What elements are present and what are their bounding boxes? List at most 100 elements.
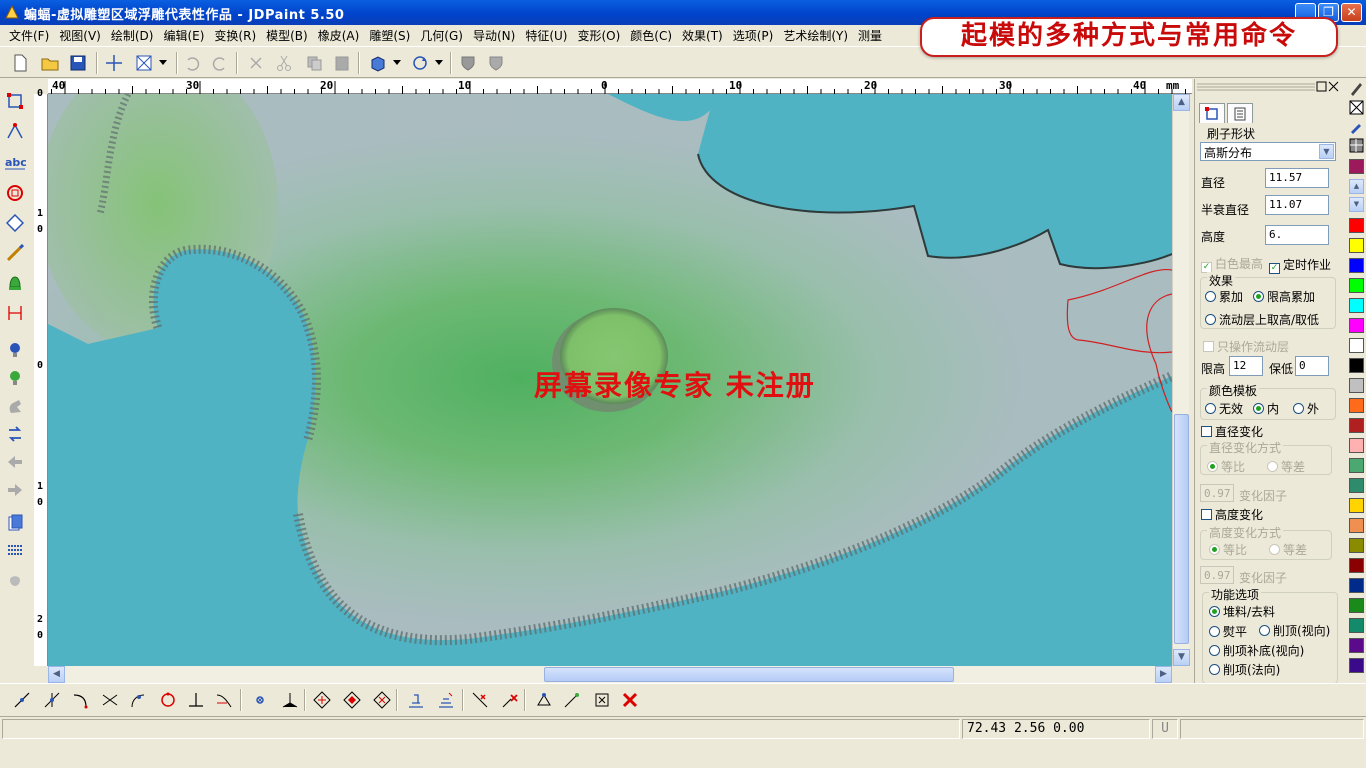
menu-feature[interactable]: 特征(U)	[520, 27, 572, 44]
color-swatch[interactable]	[1349, 658, 1364, 673]
pattern-icon[interactable]	[1349, 138, 1364, 153]
menu-effect[interactable]: 效果(T)	[677, 27, 728, 44]
chevron-down-icon[interactable]	[432, 51, 446, 75]
menu-measure[interactable]: 测量	[853, 27, 887, 44]
white-highest-checkbox[interactable]: ✓ 白色最高	[1201, 255, 1263, 273]
color-swatch[interactable]	[1349, 618, 1364, 633]
accumulate-radio[interactable]: 累加	[1205, 288, 1243, 305]
height-input[interactable]: 6.	[1265, 225, 1329, 245]
menu-geometry[interactable]: 几何(G)	[415, 27, 468, 44]
redo-icon[interactable]	[208, 51, 232, 75]
list-icon[interactable]	[4, 540, 26, 562]
menu-view[interactable]: 视图(V)	[54, 27, 106, 44]
bell-icon[interactable]	[4, 272, 26, 294]
diameter-ratio-radio[interactable]: 等比	[1207, 458, 1245, 475]
color-swatch[interactable]	[1349, 458, 1364, 473]
keep-low-input[interactable]: 0	[1295, 356, 1329, 376]
diameter-diff-radio[interactable]: 等差	[1267, 458, 1305, 475]
color-swatch[interactable]	[1349, 258, 1364, 273]
menu-options[interactable]: 选项(P)	[728, 27, 779, 44]
color-swatch[interactable]	[1349, 159, 1364, 174]
palette-scroll-up-icon[interactable]: ▲	[1349, 179, 1364, 194]
trim-icon[interactable]	[468, 688, 492, 712]
undo-icon[interactable]	[180, 51, 204, 75]
shield-icon[interactable]	[456, 51, 480, 75]
height-ratio-radio[interactable]: 等比	[1209, 541, 1247, 558]
height-change-checkbox[interactable]: 高度变化	[1201, 506, 1263, 523]
menu-file[interactable]: 文件(F)	[4, 27, 54, 44]
new-file-icon[interactable]	[8, 51, 32, 75]
tab-brush[interactable]	[1199, 103, 1225, 123]
align-multi-icon[interactable]	[434, 688, 458, 712]
trim-alt-icon[interactable]	[498, 688, 522, 712]
color-swatch[interactable]	[1349, 498, 1364, 513]
menu-model[interactable]: 模型(B)	[261, 27, 313, 44]
color-swatch[interactable]	[1349, 638, 1364, 653]
eyedropper-icon[interactable]	[1349, 119, 1364, 134]
tangent-icon[interactable]	[126, 688, 150, 712]
palm-icon[interactable]	[4, 568, 26, 590]
diamond-cross-icon[interactable]	[310, 688, 334, 712]
color-swatch[interactable]	[1349, 238, 1364, 253]
only-flow-checkbox[interactable]: 只操作流动层	[1203, 338, 1289, 355]
half-decay-input[interactable]: 11.07	[1265, 195, 1329, 215]
diameter-input[interactable]: 11.57	[1265, 168, 1329, 188]
bulb-green-icon[interactable]	[4, 367, 26, 389]
brush-icon[interactable]	[4, 242, 26, 264]
color-swatch[interactable]	[1349, 358, 1364, 373]
menu-art-draw[interactable]: 艺术绘制(Y)	[778, 27, 853, 44]
menu-transform[interactable]: 变换(R)	[209, 27, 261, 44]
crosshair-icon[interactable]	[102, 51, 126, 75]
color-swatch[interactable]	[1349, 298, 1364, 313]
scroll-left-icon[interactable]: ◀	[48, 666, 65, 683]
chevron-down-icon[interactable]	[390, 51, 404, 75]
color-swatch[interactable]	[1349, 438, 1364, 453]
paste-icon[interactable]	[330, 51, 354, 75]
flow-layer-radio[interactable]: 流动层上取高/取低	[1205, 311, 1319, 328]
diameter-change-checkbox[interactable]: 直径变化	[1201, 423, 1263, 440]
menu-color[interactable]: 颜色(C)	[625, 27, 677, 44]
color-swatch[interactable]	[1349, 218, 1364, 233]
color-swatch[interactable]	[1349, 318, 1364, 333]
template-none-radio[interactable]: 无效	[1205, 400, 1243, 417]
cube-icon[interactable]	[366, 51, 390, 75]
pencil-icon[interactable]	[1349, 81, 1364, 96]
scroll-up-icon[interactable]: ▲	[1173, 94, 1190, 111]
relief-viewport[interactable]: 屏幕录像专家 未注册	[48, 94, 1172, 666]
tab-document[interactable]	[1227, 103, 1253, 123]
align-bottom-icon[interactable]	[404, 688, 428, 712]
delete-icon[interactable]	[244, 51, 268, 75]
menu-draw[interactable]: 绘制(D)	[106, 27, 159, 44]
color-swatch[interactable]	[1349, 398, 1364, 413]
axis-icon[interactable]	[278, 688, 302, 712]
diamond-pattern-icon[interactable]	[340, 688, 364, 712]
height-factor-input[interactable]: 0.97	[1200, 566, 1234, 584]
intersect-icon[interactable]	[98, 688, 122, 712]
menu-deform[interactable]: 变形(O)	[572, 27, 625, 44]
grid-snap-icon[interactable]	[248, 688, 272, 712]
template-inner-radio[interactable]: 内	[1253, 400, 1279, 417]
arrow-right-icon[interactable]	[4, 479, 26, 501]
bulb-blue-icon[interactable]	[4, 339, 26, 361]
color-swatch[interactable]	[1349, 518, 1364, 533]
node-edit-icon[interactable]	[532, 688, 556, 712]
arrow-left-icon[interactable]	[4, 451, 26, 473]
shield-alt-icon[interactable]	[484, 51, 508, 75]
line-tool-icon[interactable]	[10, 688, 34, 712]
close-button[interactable]: ✕	[1341, 3, 1362, 22]
color-swatch[interactable]	[1349, 478, 1364, 493]
node-move-icon[interactable]	[560, 688, 584, 712]
save-icon[interactable]	[66, 51, 90, 75]
select-node-icon[interactable]	[4, 90, 26, 112]
menu-edit[interactable]: 编辑(E)	[158, 27, 209, 44]
node-delete-icon[interactable]	[590, 688, 614, 712]
vertical-scrollbar[interactable]: ▲ ▼	[1172, 94, 1190, 666]
cut-top-view-radio[interactable]: 削顶(视向)	[1259, 622, 1330, 639]
pile-cut-radio[interactable]: 堆料/去料	[1209, 603, 1275, 620]
rotate-icon[interactable]	[408, 51, 432, 75]
color-swatch[interactable]	[1349, 598, 1364, 613]
cut-top-fill-radio[interactable]: 削项补底(视向)	[1209, 642, 1304, 659]
no-color-icon[interactable]	[1349, 100, 1364, 115]
select-box-icon[interactable]	[132, 51, 156, 75]
measure-icon[interactable]	[4, 302, 26, 324]
